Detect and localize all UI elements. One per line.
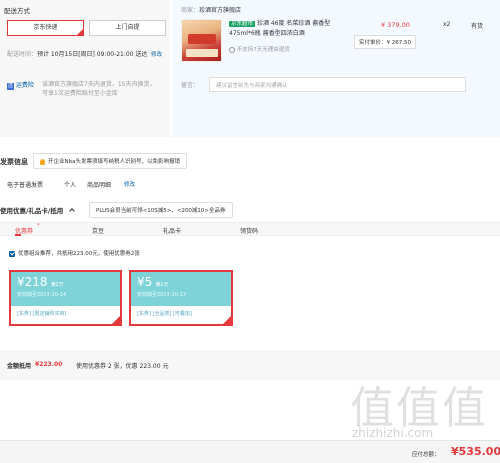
coupon-section-label: 使用优惠/礼品卡/抵用 — [0, 207, 64, 215]
pickup-button[interactable]: 上门自提 — [89, 20, 166, 36]
insurance-text: 该酒官方旗舰店7天内退货，15天内换货， 可享1次运费险赔付至小金库 — [42, 80, 167, 98]
coupon-card[interactable]: ¥5 满1元 有效期至2023-10-13 [东券] [全品类] [可叠加] — [129, 270, 233, 326]
coupon-section-title[interactable]: 使用优惠/礼品卡/抵用 — [0, 205, 75, 215]
invoice-hint: 开企业Nba头发票须填写纳税人识别号，以免影响报销 — [33, 153, 187, 169]
tab-jingdou[interactable]: 京豆 — [92, 226, 104, 235]
invoice-type: 电子普通发票 — [7, 182, 44, 189]
active-tab-indicator — [15, 234, 21, 236]
delivery-time: 配送时间：预计 10月15日[周日] 09:00-21:00 送达 — [7, 50, 157, 59]
return-notice: 不支持7天无理由退货 — [229, 45, 290, 53]
footer-bar: 应付总额： ¥535.00 — [0, 440, 500, 463]
product-title-line1: 珍酒 46度 名菜珍酒 酱香型 — [256, 20, 331, 27]
selected-corner-icon — [223, 316, 231, 324]
insurance-icon: 还 — [7, 83, 14, 90]
coupon-condition: 满2万 — [50, 282, 64, 288]
remark-label: 留言： — [181, 82, 200, 89]
insurance-label[interactable]: 运费险 — [16, 82, 34, 89]
remark-input[interactable]: 建议留言前先与商家沟通确认 — [209, 77, 466, 92]
delivery-time-label: 配送时间： — [7, 51, 38, 58]
deduct-value: ¥223.00 — [35, 361, 63, 368]
insurance-text-line2: 可享1次运费险赔付至小金库 — [42, 90, 118, 97]
invoice-modify-link[interactable]: 修改 — [124, 180, 135, 188]
jd-express-button[interactable]: 京东快递 — [7, 20, 84, 36]
shipping-insurance: 还 运费险 — [7, 80, 34, 90]
invoice-title: 发票信息 — [0, 158, 28, 166]
coupon-amount: ¥218 — [17, 275, 48, 289]
required-star-icon: * — [37, 223, 40, 229]
selected-corner-icon — [112, 316, 120, 324]
product-title[interactable]: 京东超市 珍酒 46度 名菜珍酒 酱香型 475ml*6瓶 酱香型四浓白酒 — [229, 19, 339, 38]
checkbox-icon[interactable] — [9, 250, 15, 257]
delivery-time-value: 预计 10月15日[周日] 09:00-21:00 送达 — [37, 51, 148, 58]
actual-pay-label: 实付单价： — [359, 40, 387, 46]
product-title-line2: 475ml*6瓶 酱香型四浓白酒 — [229, 30, 305, 37]
pay-total-value: ¥535.00 — [451, 445, 500, 458]
combo-recommend[interactable]: 优惠组合推荐，共抵用223.00元，使用优惠券2张 — [9, 249, 140, 257]
coupon-card[interactable]: ¥218 满2万 有效期至2023-10-14 [东券] [限店铺购买商] — [9, 270, 122, 326]
plus-hint[interactable]: PLUS会员当前可领<10S减5>、<200减10>全品券 — [89, 202, 233, 218]
lightbulb-icon — [40, 158, 45, 165]
coupon-head: ¥5 满1元 有效期至2023-10-13 — [131, 272, 231, 306]
invoice-detail: 商品明细 — [87, 182, 112, 189]
actual-pay-box: 实付单价：¥ 267.50 — [354, 35, 417, 49]
pay-total-label: 应付总额： — [412, 452, 440, 458]
coupon-condition: 满1元 — [155, 282, 169, 288]
coupon-tags: [东券] [限店铺购买商] — [17, 311, 67, 317]
coupon-head: ¥218 满2万 有效期至2023-10-14 — [11, 272, 120, 306]
return-notice-text: 不支持7天无理由退货 — [236, 47, 290, 53]
deduct-label: 金额抵用 — [7, 363, 32, 370]
seller-name[interactable]: 珍酒官方旗舰店 — [199, 7, 241, 14]
coupon-amount: ¥5 — [137, 275, 153, 289]
insurance-text-line1: 该酒官方旗舰店7天内退货，15天内换货， — [42, 81, 156, 88]
chevron-up-icon[interactable] — [68, 208, 75, 214]
seller-label: 商家： — [181, 7, 200, 14]
seller-info: 商家：珍酒官方旗舰店 — [181, 5, 241, 14]
combo-text: 优惠组合推荐，共抵用223.00元，使用优惠券2张 — [18, 251, 140, 257]
coupon-expiry: 有效期至2023-10-13 — [137, 292, 187, 298]
invoice-person: 个人 — [64, 182, 77, 189]
coupon-tabs: 优惠券 * 京豆 礼品卡 领货码 — [0, 222, 500, 236]
shipping-title: 配送方式 — [4, 7, 30, 15]
info-icon — [229, 46, 235, 53]
delivery-modify-link[interactable]: 修改 — [151, 50, 162, 58]
watermark-url: zhizhizhi.com — [352, 426, 434, 440]
coupon-expiry: 有效期至2023-10-14 — [17, 292, 67, 298]
jd-supermarket-tag: 京东超市 — [229, 21, 256, 27]
stock-status: 有货 — [471, 23, 484, 30]
product-price: ¥ 379.00 — [381, 21, 410, 29]
product-quantity: x2 — [443, 21, 451, 28]
deduct-detail: 使用优惠券 2 张，优惠 223.00 元 — [76, 363, 169, 370]
product-image[interactable] — [181, 19, 222, 62]
actual-pay-value: ¥ 267.50 — [386, 40, 412, 46]
coupon-tags: [东券] [全品类] [可叠加] — [137, 311, 192, 317]
invoice-hint-text: 开企业Nba头发票须填写纳税人识别号，以免影响报销 — [48, 159, 180, 165]
tab-pickup-code[interactable]: 领货码 — [240, 226, 258, 235]
tab-gift-card[interactable]: 礼品卡 — [163, 226, 181, 235]
shipping-panel: 配送方式 京东快递 上门自提 配送时间：预计 10月15日[周日] 09:00-… — [0, 0, 170, 137]
